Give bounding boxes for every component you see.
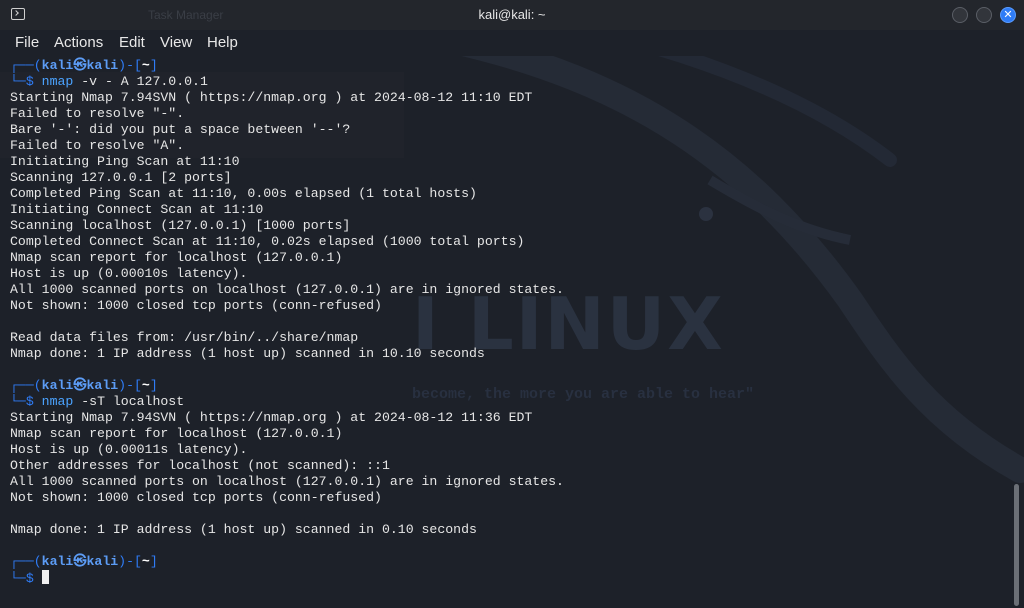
output-line: Host is up (0.00010s latency). (10, 266, 248, 281)
output-line: All 1000 scanned ports on localhost (127… (10, 282, 564, 297)
prompt-frame: ] (149, 58, 158, 73)
prompt-at-symbol: ㉿ (73, 58, 87, 73)
output-line: Initiating Connect Scan at 11:10 (10, 202, 264, 217)
output-line: Other addresses for localhost (not scann… (10, 458, 390, 473)
prompt-frame: ┌──( (10, 378, 42, 393)
prompt-frame: )-[ (118, 554, 142, 569)
menu-edit[interactable]: Edit (119, 34, 145, 51)
prompt-host: kali (86, 378, 119, 393)
output-line: All 1000 scanned ports on localhost (127… (10, 474, 564, 489)
window-title: kali@kali: ~ (478, 7, 546, 22)
command-arguments: -sT localhost (73, 394, 185, 409)
prompt-user: kali (41, 58, 74, 73)
command-name: nmap (41, 394, 74, 409)
close-icon: ✕ (1003, 8, 1013, 21)
prompt-symbol: $ (25, 74, 34, 89)
output-line: Scanning localhost (127.0.0.1) [1000 por… (10, 218, 351, 233)
command-line: └─$ nmap -v - A 127.0.0.1 (10, 74, 1010, 90)
output-line: Nmap done: 1 IP address (1 host up) scan… (10, 346, 485, 361)
close-button[interactable]: ✕ (1000, 7, 1016, 23)
prompt-at-symbol: ㉿ (73, 378, 87, 393)
output-line: Not shown: 1000 closed tcp ports (conn-r… (10, 490, 382, 505)
prompt-directory: ~ (141, 378, 150, 393)
title-bar[interactable]: Task Manager kali@kali: ~ ✕ (0, 0, 1024, 31)
menu-file[interactable]: File (15, 34, 39, 51)
menu-bar: File Actions Edit View Help (0, 30, 1024, 56)
prompt-host: kali (86, 58, 119, 73)
prompt-frame: )-[ (118, 378, 142, 393)
prompt-line: ┌──(kali㉿kali)-[~] (10, 378, 1010, 394)
prompt-frame: ] (149, 378, 158, 393)
menu-actions[interactable]: Actions (54, 34, 103, 51)
output-line: Failed to resolve "-". (10, 106, 185, 121)
text-cursor (41, 570, 49, 584)
output-line: Starting Nmap 7.94SVN ( https://nmap.org… (10, 90, 533, 105)
command-line: └─$ (10, 570, 1010, 586)
output-line: Read data files from: /usr/bin/../share/… (10, 330, 359, 345)
output-line: Host is up (0.00011s latency). (10, 442, 248, 457)
maximize-button[interactable] (976, 7, 992, 23)
prompt-host: kali (86, 554, 119, 569)
prompt-frame: )-[ (118, 58, 142, 73)
prompt-directory: ~ (141, 554, 150, 569)
vertical-scrollbar[interactable] (1011, 56, 1024, 608)
prompt-frame: └─ (10, 74, 26, 89)
output-line: Starting Nmap 7.94SVN ( https://nmap.org… (10, 410, 533, 425)
prompt-at-symbol: ㉿ (73, 554, 87, 569)
output-line: Initiating Ping Scan at 11:10 (10, 154, 240, 169)
prompt-frame: └─ (10, 571, 26, 586)
prompt-user: kali (41, 378, 74, 393)
command-arguments: -v - A 127.0.0.1 (73, 74, 208, 89)
prompt-frame: ┌──( (10, 58, 42, 73)
prompt-frame: └─ (10, 394, 26, 409)
prompt-frame: ] (149, 554, 158, 569)
prompt-symbol: $ (25, 394, 34, 409)
terminal-output[interactable]: ┌──(kali㉿kali)-[~] └─$ nmap -v - A 127.0.… (10, 58, 1010, 586)
output-line: Scanning 127.0.0.1 [2 ports] (10, 170, 232, 185)
output-line: Not shown: 1000 closed tcp ports (conn-r… (10, 298, 382, 313)
output-line: Failed to resolve "A". (10, 138, 185, 153)
output-line: Completed Ping Scan at 11:10, 0.00s elap… (10, 186, 477, 201)
command-name: nmap (41, 74, 74, 89)
output-line: Nmap scan report for localhost (127.0.0.… (10, 250, 343, 265)
prompt-user: kali (41, 554, 74, 569)
prompt-directory: ~ (141, 58, 150, 73)
output-line: Completed Connect Scan at 11:10, 0.02s e… (10, 234, 525, 249)
minimize-button[interactable] (952, 7, 968, 23)
menu-help[interactable]: Help (207, 34, 238, 51)
prompt-line: ┌──(kali㉿kali)-[~] (10, 554, 1010, 570)
output-line: Bare '-': did you put a space between '-… (10, 122, 351, 137)
output-line: Nmap scan report for localhost (127.0.0.… (10, 426, 343, 441)
prompt-symbol: $ (25, 571, 34, 586)
command-line: └─$ nmap -sT localhost (10, 394, 1010, 410)
prompt-line: ┌──(kali㉿kali)-[~] (10, 58, 1010, 74)
output-line: Nmap done: 1 IP address (1 host up) scan… (10, 522, 477, 537)
scrollbar-thumb[interactable] (1014, 484, 1019, 606)
terminal-window: I LINUX become, the more you are able to… (0, 0, 1024, 608)
menu-view[interactable]: View (160, 34, 192, 51)
prompt-frame: ┌──( (10, 554, 42, 569)
